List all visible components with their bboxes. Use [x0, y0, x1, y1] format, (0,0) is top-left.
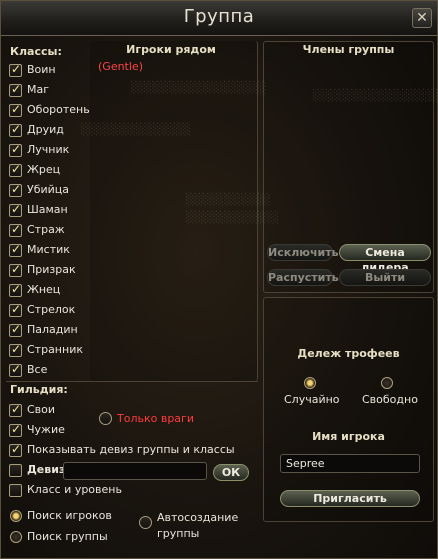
class-label: Маг [27, 83, 50, 96]
loot-free-label: Свободно [362, 393, 418, 406]
invite-button[interactable]: Пригласить [280, 490, 420, 507]
guild-header: Гильдия: [10, 383, 68, 396]
loot-free-radio[interactable] [381, 377, 393, 389]
loot-random-label: Случайно [284, 393, 340, 406]
members-header: Члены группы [302, 43, 395, 56]
class-checkbox[interactable] [9, 122, 22, 137]
show-motto-checkbox[interactable] [9, 442, 22, 457]
class-label: Жрец [27, 163, 61, 176]
class-checkbox[interactable] [9, 242, 22, 257]
auto-create-label: Автосоздание группы [157, 511, 239, 540]
class-checkbox[interactable] [9, 182, 22, 197]
guild-foreign-label: Чужие [27, 423, 65, 436]
group-window: Группа ✕ Классы: Воин Маг Оборотень Друид Лу… [0, 0, 438, 559]
class-label: Воин [27, 63, 56, 76]
class-label: Друид [27, 123, 64, 136]
class-checkbox[interactable] [9, 202, 22, 217]
player-name-header: Имя игрока [312, 430, 385, 443]
class-label: Стрелок [27, 303, 76, 316]
class-label: Паладин [27, 323, 78, 336]
loot-header: Дележ трофеев [297, 347, 400, 360]
class-checkbox[interactable] [9, 62, 22, 77]
motto-label: Девиз [27, 463, 66, 476]
class-label: Убийца [27, 183, 70, 196]
class-checkbox[interactable] [9, 262, 22, 277]
ghost-text: ░░░░░░░░░░░░░░░░ [313, 89, 438, 102]
search-players-label: Поиск игроков [27, 509, 112, 522]
show-motto-label: Показывать девиз группы и классы [27, 443, 235, 456]
guild-own-checkbox[interactable] [9, 402, 22, 417]
class-label: Лучник [27, 143, 70, 156]
class-label: Оборотень [27, 103, 90, 116]
ghost-text: ░░░░░░░░░░ [186, 193, 271, 206]
class-checkbox[interactable] [9, 162, 22, 177]
close-button[interactable]: ✕ [412, 8, 432, 28]
class-checkbox[interactable] [9, 322, 22, 337]
guild-foreign-checkbox[interactable] [9, 422, 22, 437]
class-checkbox[interactable] [9, 102, 22, 117]
class-level-label: Класс и уровень [27, 483, 122, 496]
window-title: Группа [183, 6, 255, 27]
class-level-checkbox[interactable] [9, 484, 22, 497]
class-label: Шаман [27, 203, 68, 216]
kick-button[interactable]: Исключить [267, 244, 339, 261]
settings-panel [263, 297, 434, 522]
class-checkbox[interactable] [9, 142, 22, 157]
ghost-text: ░░░░░░░░░░░░░░░░ [131, 81, 267, 94]
title-bar[interactable]: Группа ✕ [1, 1, 437, 36]
change-leader-button[interactable]: Смена лидера [339, 244, 431, 274]
class-label: Все [27, 363, 48, 376]
auto-create-checkbox[interactable] [139, 516, 152, 529]
motto-input[interactable] [63, 462, 207, 480]
enemies-only-label: Только враги [117, 412, 194, 425]
class-checkbox[interactable] [9, 282, 22, 297]
class-checkbox[interactable] [9, 302, 22, 317]
class-label: Жнец [27, 283, 61, 296]
class-label: Мистик [27, 243, 70, 256]
class-checkbox[interactable] [9, 222, 22, 237]
search-players-radio[interactable] [10, 510, 22, 522]
player-name-input[interactable]: Sepree [280, 454, 420, 473]
disband-button[interactable]: Распустить [267, 269, 339, 286]
nearby-players-header: Игроки рядом [126, 43, 216, 56]
class-checkbox[interactable] [9, 342, 22, 357]
loot-random-radio[interactable] [304, 377, 316, 389]
class-checkbox[interactable] [9, 82, 22, 97]
class-label: Призрак [27, 263, 76, 276]
search-group-radio[interactable] [10, 531, 22, 543]
motto-ok-button[interactable]: ОК [213, 464, 249, 481]
motto-checkbox[interactable] [9, 464, 22, 477]
ghost-text: ░░░░░░░░░░░░░ [81, 123, 191, 136]
search-group-label: Поиск группы [27, 530, 108, 543]
leave-button[interactable]: Выйти [339, 269, 431, 286]
class-label: Страж [27, 223, 65, 236]
classes-header: Классы: [10, 45, 62, 58]
nearby-player-tag[interactable]: (Gentle) [98, 60, 143, 73]
guild-own-label: Свои [27, 403, 56, 416]
class-checkbox[interactable] [9, 362, 22, 377]
enemies-only-checkbox[interactable] [99, 412, 112, 425]
divider [6, 381, 258, 382]
class-label: Странник [27, 343, 83, 356]
